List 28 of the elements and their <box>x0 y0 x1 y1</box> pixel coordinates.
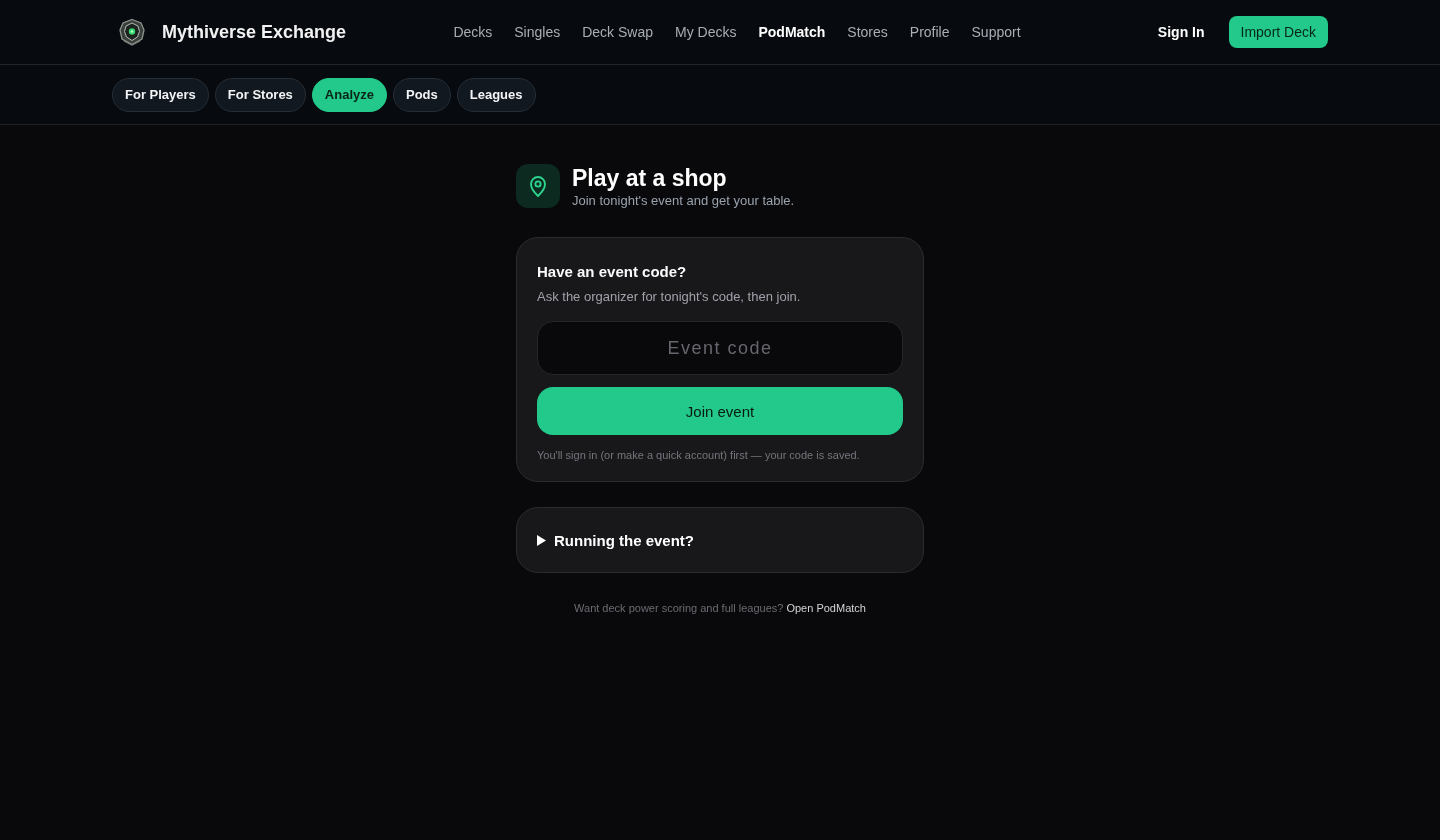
footer-note: Want deck power scoring and full leagues? Open PodMatch <box>573 602 867 614</box>
pill-tab[interactable]: For Players <box>112 77 209 112</box>
card-description: Ask the organizer for tonight's code, then join. <box>537 289 802 304</box>
nav-link[interactable]: My Decks <box>675 24 737 40</box>
brand-name: Mythiverse Exchange <box>162 21 347 43</box>
nav-link[interactable]: Decks <box>453 24 493 40</box>
join-event-button[interactable]: Join event <box>537 387 903 435</box>
sign-in-note: You'll sign in (or make a quick account) first — your code is saved. <box>537 449 861 461</box>
open-podmatch-link[interactable]: Open PodMatch <box>786 602 866 614</box>
nav-link[interactable]: PodMatch <box>758 24 826 40</box>
nav-link[interactable]: Support <box>971 24 1021 40</box>
import-deck-button[interactable]: Import Deck <box>1228 16 1328 48</box>
map-pin-icon <box>516 164 560 208</box>
pill-tab[interactable]: Leagues <box>456 77 536 112</box>
page-subtitle: Join tonight's event and get your table. <box>572 193 795 208</box>
sign-in-button[interactable]: Sign In <box>1157 24 1205 40</box>
nav-link[interactable]: Stores <box>847 24 888 40</box>
nav-link[interactable]: Profile <box>909 24 950 40</box>
nav-link[interactable]: Singles <box>514 24 561 40</box>
page-title: Play at a shop <box>572 164 728 192</box>
pill-tab[interactable]: Pods <box>393 77 451 112</box>
card-heading: Have an event code? <box>537 263 688 280</box>
pill-tab[interactable]: For Stores <box>214 77 306 112</box>
emblem-logo-icon <box>118 18 146 46</box>
disclosure-toggle[interactable]: Running the event? <box>537 531 694 549</box>
event-code-field[interactable]: Event code <box>537 321 903 375</box>
pill-tab[interactable]: Analyze <box>311 77 387 112</box>
nav-link[interactable]: Deck Swap <box>582 24 653 40</box>
